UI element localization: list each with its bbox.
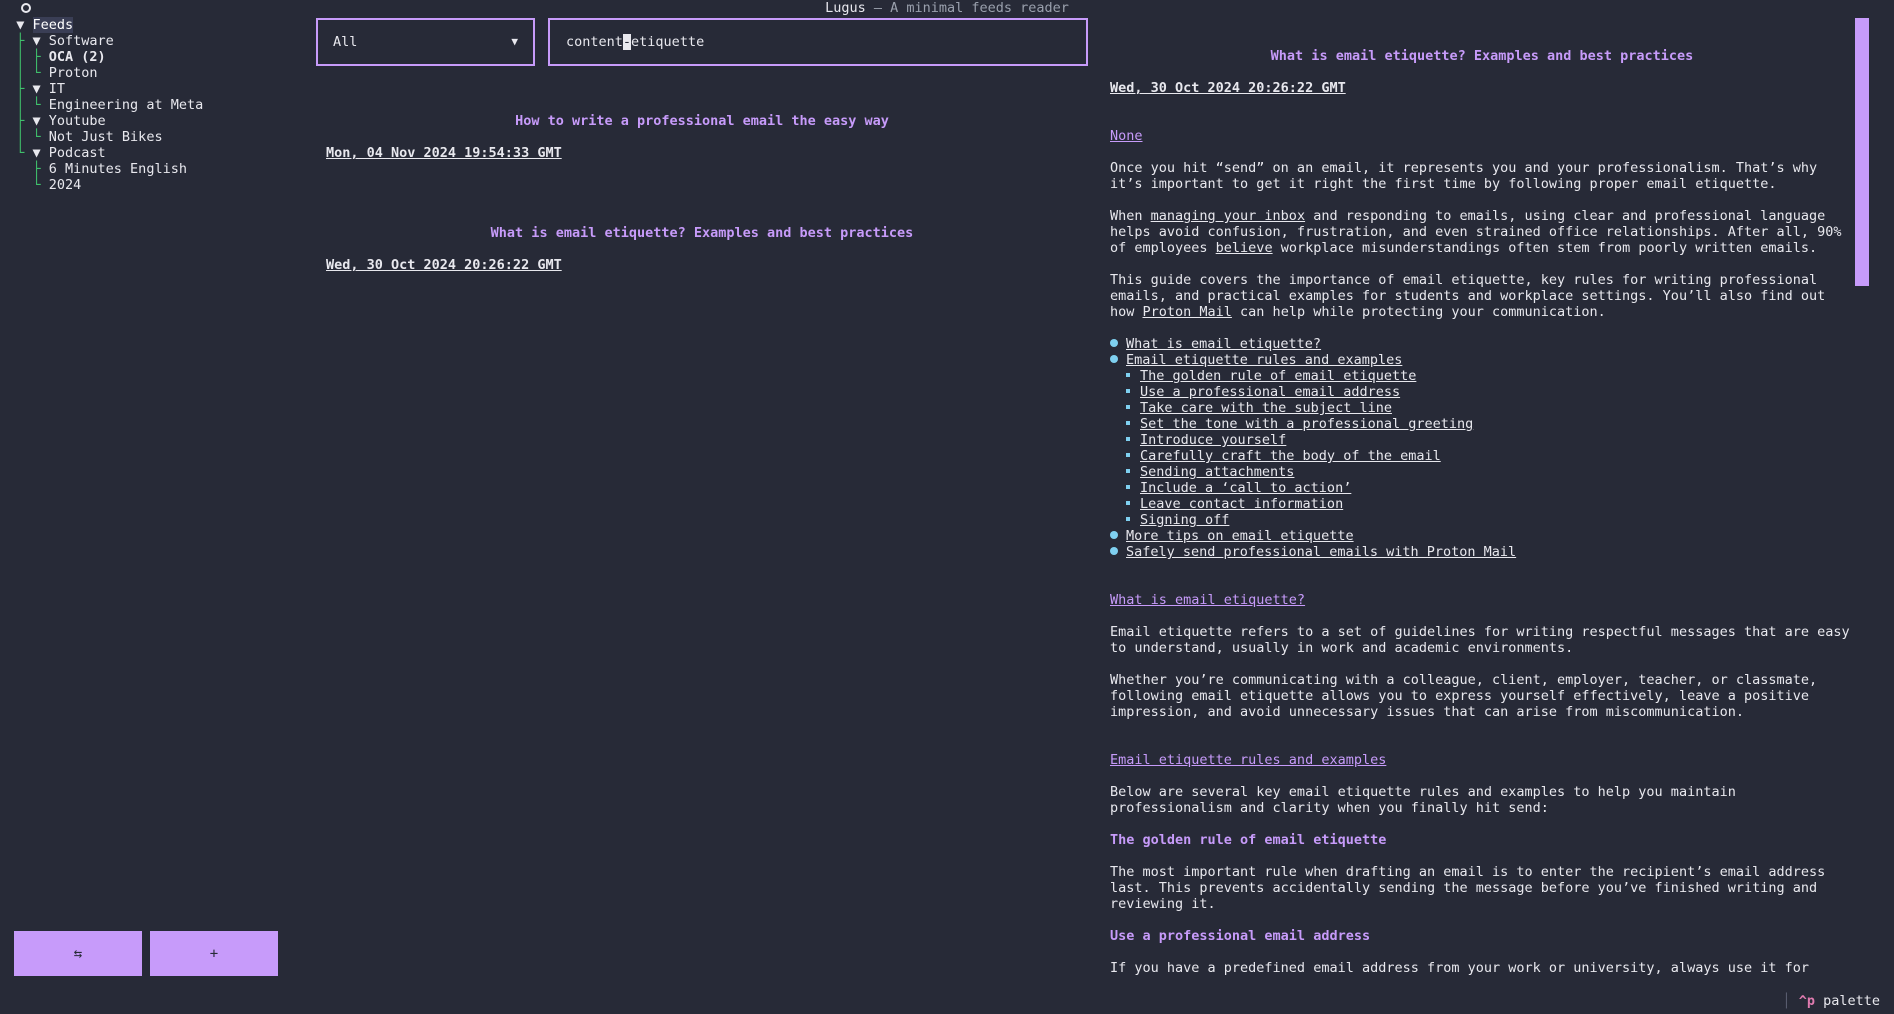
bullet-icon <box>1126 373 1130 377</box>
toc-subitem[interactable]: Use a professional email address <box>1126 384 1400 400</box>
tree-feed-label: OCA (2) <box>48 49 106 65</box>
bullet-icon <box>1126 421 1130 425</box>
bullet-icon <box>1126 501 1130 505</box>
tree-group-podcast[interactable]: └ ▼ Podcast <box>0 145 300 161</box>
toc-subitem[interactable]: Take care with the subject line <box>1126 400 1392 416</box>
tree-group-youtube[interactable]: ├ ▼ Youtube <box>0 113 300 129</box>
bullet-icon <box>1126 517 1130 521</box>
bullet-icon <box>1110 339 1118 347</box>
toc-subitem[interactable]: Carefully craft the body of the email <box>1126 448 1441 464</box>
article-scrollbar[interactable] <box>1855 18 1869 286</box>
chevron-down-icon: ▼ <box>511 35 518 48</box>
tree-group-it[interactable]: ├ ▼ IT <box>0 81 300 97</box>
item-title[interactable]: How to write a professional email the ea… <box>326 113 1078 129</box>
tree-root-feeds[interactable]: ▼ Feeds <box>0 17 300 33</box>
article-paragraph: When managing your inbox and responding … <box>1110 208 1850 256</box>
toc-item[interactable]: Safely send professional emails with Pro… <box>1110 544 1516 560</box>
filter-select-value: All <box>333 34 358 50</box>
app-tagline: A minimal feeds reader <box>890 0 1069 16</box>
title-bar: Lugus — A minimal feeds reader <box>0 0 1894 18</box>
toc-subitem[interactable]: Introduce yourself <box>1126 432 1286 448</box>
bullet-icon <box>1126 437 1130 441</box>
tree-group-label: Youtube <box>48 113 106 129</box>
tree-feed-label: 6 Minutes English <box>48 161 187 177</box>
toc-subitem[interactable]: Signing off <box>1126 512 1229 528</box>
tree-feed-not-just-bikes[interactable]: │ └ Not Just Bikes <box>0 129 300 145</box>
tree-group-label: Podcast <box>48 145 106 161</box>
toc-item[interactable]: What is email etiquette? <box>1110 336 1321 352</box>
palette-label: palette <box>1823 993 1880 1009</box>
tree-feed-6-minutes-english[interactable]: ├ 6 Minutes English <box>0 161 300 177</box>
tree-feed-label: 2024 <box>48 177 82 193</box>
bullet-icon <box>1110 531 1118 539</box>
search-text-before-cursor: content <box>566 34 623 50</box>
article-paragraph: Email etiquette refers to a set of guide… <box>1110 624 1858 656</box>
toc-subitem[interactable]: The golden rule of email etiquette <box>1126 368 1416 384</box>
bullet-icon <box>1126 389 1130 393</box>
section-heading[interactable]: What is email etiquette? <box>1110 592 1305 608</box>
tree-feed-label: Engineering at Meta <box>48 97 204 113</box>
tree-root-label: Feeds <box>32 17 74 33</box>
search-input[interactable]: content - etiquette <box>548 18 1088 66</box>
bullet-icon <box>1110 355 1118 363</box>
title-separator: — <box>873 0 882 16</box>
add-feed-button[interactable]: + <box>150 931 278 976</box>
expand-arrow-icon[interactable]: ▼ <box>33 145 49 161</box>
toc-subitem[interactable]: Include a ‘call to action’ <box>1126 480 1351 496</box>
tree-group-label: Software <box>48 33 114 49</box>
tree-feed-label: Proton <box>48 65 98 81</box>
article-paragraph: Once you hit “send” on an email, it repr… <box>1110 160 1826 192</box>
filter-select[interactable]: All ▼ <box>316 18 535 66</box>
bullet-icon <box>1126 485 1130 489</box>
article-paragraph: The most important rule when drafting an… <box>1110 864 1834 912</box>
section-heading[interactable]: Email etiquette rules and examples <box>1110 752 1386 768</box>
tree-feed-engineering-at-meta[interactable]: │ └ Engineering at Meta <box>0 97 300 113</box>
article-link[interactable]: believe <box>1216 240 1273 256</box>
item-title[interactable]: What is email etiquette? Examples and be… <box>326 225 1078 241</box>
toc-subitem[interactable]: Sending attachments <box>1126 464 1294 480</box>
tree-group-software[interactable]: ├ ▼ Software <box>0 33 300 49</box>
subsection-heading: Use a professional email address <box>1110 928 1371 944</box>
plus-icon: + <box>209 945 219 962</box>
toc-subitem[interactable]: Set the tone with a professional greetin… <box>1126 416 1473 432</box>
item-date: Wed, 30 Oct 2024 20:26:22 GMT <box>326 257 562 273</box>
article-title: What is email etiquette? Examples and be… <box>1270 48 1694 64</box>
article-paragraph: Below are several key email etiquette ru… <box>1110 784 1744 816</box>
bullet-icon <box>1110 547 1118 555</box>
article-date: Wed, 30 Oct 2024 20:26:22 GMT <box>1110 80 1346 96</box>
article-author[interactable]: None <box>1110 128 1143 144</box>
tree-feed-2024[interactable]: └ 2024 <box>0 177 300 193</box>
bullet-icon <box>1126 453 1130 457</box>
article-paragraph: This guide covers the importance of emai… <box>1110 272 1834 320</box>
toc-item[interactable]: More tips on email etiquette <box>1110 528 1354 544</box>
refresh-button[interactable]: ⇆ <box>14 931 142 976</box>
article-paragraph: Whether you’re communicating with a coll… <box>1110 672 1826 720</box>
palette-shortcut-key: ^p <box>1798 993 1815 1009</box>
command-palette-hint[interactable]: │ ^p palette <box>1782 993 1880 1009</box>
feed-tree: ▼ Feeds ├ ▼ Software │ ├ OCA (2) │ └ Pro… <box>0 17 300 193</box>
search-text-after-cursor: etiquette <box>631 34 705 50</box>
app-name: Lugus <box>825 0 866 16</box>
toc-subitem[interactable]: Leave contact information <box>1126 496 1343 512</box>
refresh-icon: ⇆ <box>73 945 83 962</box>
tree-feed-proton[interactable]: │ └ Proton <box>0 65 300 81</box>
subsection-heading: The golden rule of email etiquette <box>1110 832 1387 848</box>
item-date: Mon, 04 Nov 2024 19:54:33 GMT <box>326 145 562 161</box>
expand-arrow-icon[interactable]: ▼ <box>33 33 49 49</box>
tree-feed-oca[interactable]: │ ├ OCA (2) <box>0 49 300 65</box>
toc-item[interactable]: Email etiquette rules and examples <box>1110 352 1402 368</box>
expand-arrow-icon[interactable]: ▼ <box>33 113 49 129</box>
tree-group-label: IT <box>48 81 66 97</box>
tree-feed-label: Not Just Bikes <box>48 129 163 145</box>
article-link[interactable]: managing your inbox <box>1151 208 1305 224</box>
expand-arrow-icon[interactable]: ▼ <box>0 17 33 33</box>
article-link[interactable]: Proton Mail <box>1143 304 1232 320</box>
expand-arrow-icon[interactable]: ▼ <box>33 81 49 97</box>
bullet-icon <box>1126 405 1130 409</box>
text-cursor: - <box>622 34 632 50</box>
article-paragraph: If you have a predefined email address f… <box>1110 960 1809 976</box>
bullet-icon <box>1126 469 1130 473</box>
